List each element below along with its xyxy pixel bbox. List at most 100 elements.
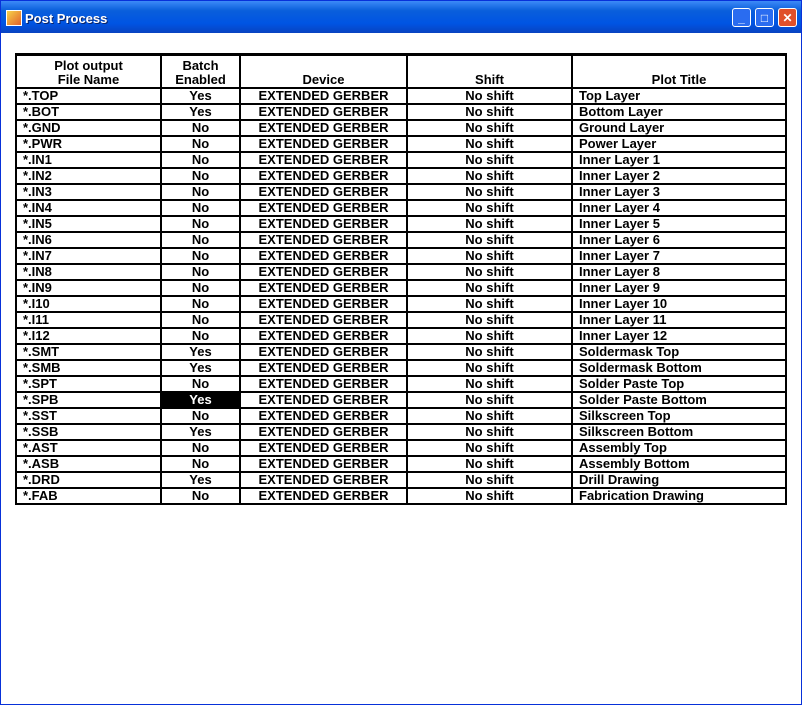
cell-file-name[interactable]: *.BOT (15, 103, 162, 121)
cell-file-name[interactable]: *.FAB (15, 487, 162, 505)
cell-shift[interactable]: No shift (406, 135, 573, 153)
cell-device[interactable]: EXTENDED GERBER (239, 279, 408, 297)
cell-plot-title[interactable]: Assembly Bottom (571, 455, 787, 473)
cell-plot-title[interactable]: Bottom Layer (571, 103, 787, 121)
cell-batch-enabled[interactable]: Yes (160, 359, 241, 377)
cell-shift[interactable]: No shift (406, 471, 573, 489)
cell-plot-title[interactable]: Top Layer (571, 87, 787, 105)
cell-shift[interactable]: No shift (406, 183, 573, 201)
cell-shift[interactable]: No shift (406, 391, 573, 409)
cell-file-name[interactable]: *.SSB (15, 423, 162, 441)
cell-file-name[interactable]: *.AST (15, 439, 162, 457)
cell-shift[interactable]: No shift (406, 439, 573, 457)
cell-file-name[interactable]: *.IN2 (15, 167, 162, 185)
cell-batch-enabled[interactable]: No (160, 231, 241, 249)
cell-shift[interactable]: No shift (406, 167, 573, 185)
table-row[interactable]: *.IN5 No EXTENDED GERBER No shift Inner Laye… (15, 215, 787, 233)
table-row[interactable]: *.I10 No EXTENDED GERBER No shift Inner Laye… (15, 295, 787, 313)
table-row[interactable]: *.BOT Yes EXTENDED GERBER No shift Bottom La… (15, 103, 787, 121)
cell-plot-title[interactable]: Assembly Top (571, 439, 787, 457)
cell-shift[interactable]: No shift (406, 359, 573, 377)
cell-plot-title[interactable]: Inner Layer 11 (571, 311, 787, 329)
cell-plot-title[interactable]: Inner Layer 4 (571, 199, 787, 217)
cell-batch-enabled[interactable]: No (160, 439, 241, 457)
close-button[interactable]: ✕ (778, 8, 797, 27)
cell-batch-enabled[interactable]: No (160, 119, 241, 137)
cell-device[interactable]: EXTENDED GERBER (239, 487, 408, 505)
cell-shift[interactable]: No shift (406, 103, 573, 121)
cell-shift[interactable]: No shift (406, 343, 573, 361)
cell-batch-enabled[interactable]: No (160, 247, 241, 265)
cell-file-name[interactable]: *.I12 (15, 327, 162, 345)
cell-device[interactable]: EXTENDED GERBER (239, 87, 408, 105)
table-row[interactable]: *.SMB Yes EXTENDED GERBER No shift Soldermas… (15, 359, 787, 377)
cell-plot-title[interactable]: Solder Paste Bottom (571, 391, 787, 409)
cell-batch-enabled[interactable]: No (160, 279, 241, 297)
cell-plot-title[interactable]: Fabrication Drawing (571, 487, 787, 505)
cell-device[interactable]: EXTENDED GERBER (239, 343, 408, 361)
cell-batch-enabled[interactable]: No (160, 263, 241, 281)
cell-batch-enabled[interactable]: No (160, 455, 241, 473)
table-row[interactable]: *.IN3 No EXTENDED GERBER No shift Inner Laye… (15, 183, 787, 201)
cell-batch-enabled[interactable]: No (160, 167, 241, 185)
cell-batch-enabled[interactable]: No (160, 375, 241, 393)
cell-plot-title[interactable]: Inner Layer 3 (571, 183, 787, 201)
cell-plot-title[interactable]: Drill Drawing (571, 471, 787, 489)
cell-plot-title[interactable]: Inner Layer 1 (571, 151, 787, 169)
cell-device[interactable]: EXTENDED GERBER (239, 295, 408, 313)
cell-plot-title[interactable]: Inner Layer 9 (571, 279, 787, 297)
cell-plot-title[interactable]: Inner Layer 5 (571, 215, 787, 233)
cell-shift[interactable]: No shift (406, 311, 573, 329)
cell-device[interactable]: EXTENDED GERBER (239, 327, 408, 345)
cell-file-name[interactable]: *.GND (15, 119, 162, 137)
cell-shift[interactable]: No shift (406, 119, 573, 137)
cell-device[interactable]: EXTENDED GERBER (239, 231, 408, 249)
cell-batch-enabled[interactable]: No (160, 135, 241, 153)
cell-device[interactable]: EXTENDED GERBER (239, 471, 408, 489)
table-row[interactable]: *.PWR No EXTENDED GERBER No shift Power Laye… (15, 135, 787, 153)
table-row[interactable]: *.AST No EXTENDED GERBER No shift Assembly T… (15, 439, 787, 457)
cell-batch-enabled[interactable]: No (160, 183, 241, 201)
cell-shift[interactable]: No shift (406, 279, 573, 297)
cell-plot-title[interactable]: Ground Layer (571, 119, 787, 137)
cell-plot-title[interactable]: Silkscreen Bottom (571, 423, 787, 441)
cell-plot-title[interactable]: Soldermask Top (571, 343, 787, 361)
cell-batch-enabled[interactable]: No (160, 327, 241, 345)
cell-device[interactable]: EXTENDED GERBER (239, 311, 408, 329)
minimize-button[interactable]: _ (732, 8, 751, 27)
cell-shift[interactable]: No shift (406, 375, 573, 393)
cell-file-name[interactable]: *.I10 (15, 295, 162, 313)
cell-device[interactable]: EXTENDED GERBER (239, 423, 408, 441)
cell-device[interactable]: EXTENDED GERBER (239, 391, 408, 409)
cell-batch-enabled[interactable]: No (160, 487, 241, 505)
cell-shift[interactable]: No shift (406, 231, 573, 249)
cell-device[interactable]: EXTENDED GERBER (239, 359, 408, 377)
cell-shift[interactable]: No shift (406, 327, 573, 345)
cell-file-name[interactable]: *.PWR (15, 135, 162, 153)
cell-plot-title[interactable]: Inner Layer 8 (571, 263, 787, 281)
cell-plot-title[interactable]: Inner Layer 6 (571, 231, 787, 249)
cell-batch-enabled[interactable]: No (160, 407, 241, 425)
cell-device[interactable]: EXTENDED GERBER (239, 151, 408, 169)
column-header-file-name[interactable]: Plot output File Name (15, 53, 162, 89)
table-row[interactable]: *.ASB No EXTENDED GERBER No shift Assembly B… (15, 455, 787, 473)
cell-file-name[interactable]: *.IN4 (15, 199, 162, 217)
cell-shift[interactable]: No shift (406, 87, 573, 105)
cell-plot-title[interactable]: Inner Layer 10 (571, 295, 787, 313)
cell-device[interactable]: EXTENDED GERBER (239, 167, 408, 185)
cell-shift[interactable]: No shift (406, 199, 573, 217)
table-row[interactable]: *.TOP Yes EXTENDED GERBER No shift Top Layer (15, 87, 787, 105)
cell-file-name[interactable]: *.IN5 (15, 215, 162, 233)
cell-batch-enabled[interactable]: No (160, 295, 241, 313)
cell-batch-enabled[interactable]: No (160, 311, 241, 329)
cell-plot-title[interactable]: Soldermask Bottom (571, 359, 787, 377)
cell-shift[interactable]: No shift (406, 423, 573, 441)
cell-device[interactable]: EXTENDED GERBER (239, 103, 408, 121)
cell-device[interactable]: EXTENDED GERBER (239, 439, 408, 457)
cell-device[interactable]: EXTENDED GERBER (239, 135, 408, 153)
cell-file-name[interactable]: *.SMT (15, 343, 162, 361)
cell-file-name[interactable]: *.IN3 (15, 183, 162, 201)
table-row[interactable]: *.IN6 No EXTENDED GERBER No shift Inner Laye… (15, 231, 787, 249)
cell-batch-enabled[interactable]: Yes (160, 87, 241, 105)
cell-file-name[interactable]: *.IN7 (15, 247, 162, 265)
